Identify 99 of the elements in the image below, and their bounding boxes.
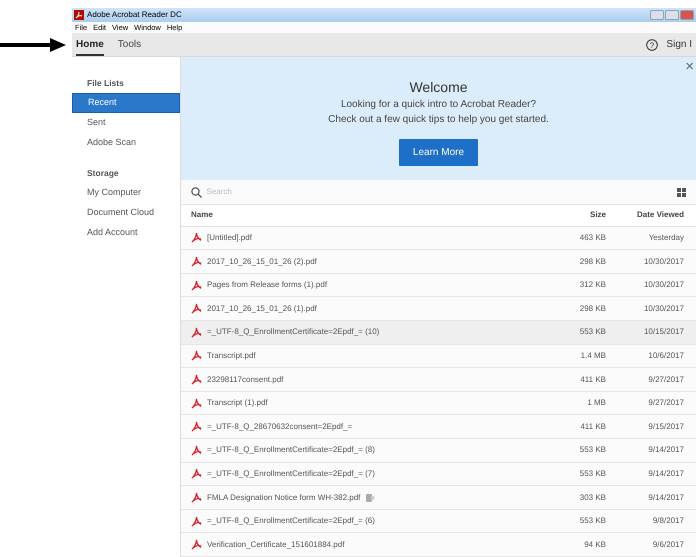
file-size: 553 KB [580,445,606,454]
file-row[interactable]: Transcript.pdf 1.4 MB 10/6/2017 [181,344,696,368]
date-viewed: 9/14/2017 [648,492,684,502]
sidebar-item[interactable]: Document Cloud [72,203,180,223]
file-row[interactable]: 2017_10_26_15_01_26 (2).pdf 298 KB 10/30/2017 [181,250,696,274]
file-row[interactable]: Pages from Release forms (1).pdf 312 KB 10/30/2017 [181,274,696,298]
app-logo-icon [74,10,84,20]
file-name: =_UTF-8_Q_EnrollmentCertificate=2Epdf_= (10) [207,326,380,338]
date-viewed: 9/27/2017 [648,398,684,408]
pdf-icon [191,374,202,386]
search-bar[interactable]: Search [181,180,696,205]
file-name: =_UTF-8_Q_EnrollmentCertificate=2Epdf_= (6) [207,515,375,528]
date-viewed: 9/14/2017 [648,468,684,478]
grid-view-icon[interactable] [677,188,686,197]
date-viewed: 10/30/2017 [644,280,684,290]
close-button[interactable] [680,10,694,20]
window-title: Adobe Acrobat Reader DC [87,9,182,21]
file-name: Pages from Release forms (1).pdf [207,279,328,292]
file-name: 23298117consent.pdf [207,374,284,386]
file-row[interactable]: =_UTF-8_Q_EnrollmentCertificate=2Epdf_= (6) 553 KB 9/8/2017 [181,510,696,534]
file-size: 94 KB [584,540,606,549]
sign-in-link[interactable]: Sign I [666,37,692,52]
pdf-icon [191,303,202,314]
file-size: 1.4 MB [580,350,606,360]
file-name: =_UTF-8_Q_28670632consent=2Epdf_= [207,420,352,433]
file-size: 298 KB [580,256,606,266]
file-row[interactable]: =_UTF-8_Q_EnrollmentCertificate=2Epdf_= (8) 553 KB 9/14/2017 [181,439,696,463]
file-name: 2017_10_26_15_01_26 (2).pdf [207,256,317,268]
date-viewed: 9/14/2017 [648,445,684,454]
pdf-icon [191,350,202,362]
pdf-icon [191,516,202,527]
date-viewed: 10/30/2017 [644,256,684,266]
pdf-icon [191,468,202,480]
file-name: FMLA Designation Notice form WH-382.pdf [207,492,360,504]
file-size: 1 MB [587,398,606,408]
date-viewed: 9/27/2017 [648,374,684,384]
file-name: Transcript (1).pdf [207,397,268,410]
date-viewed: 10/6/2017 [648,350,684,360]
file-row[interactable]: =_UTF-8_Q_28670632consent=2Epdf_= 411 KB 9/15/2017 [181,415,696,440]
date-viewed: 9/15/2017 [648,422,684,431]
file-size: 303 KB [580,492,606,502]
sidebar-heading: Storage [86,166,120,180]
welcome-title: Welcome [408,78,469,97]
file-row[interactable]: 2017_10_26_15_01_26 (1).pdf 298 KB 10/30/2017 [181,297,696,322]
minimize-button[interactable] [650,10,664,20]
pdf-icon [191,326,202,338]
welcome-text: Looking for a quick intro to Acrobat Reader? [340,99,536,110]
close-button[interactable]: × [685,59,694,74]
file-size: 411 KB [580,374,606,384]
file-name: =_UTF-8_Q_EnrollmentCertificate=2Epdf_= (7) [207,468,375,480]
file-row[interactable]: [Untitled].pdf 463 KB Yesterday [181,226,696,250]
sidebar-item[interactable]: Adobe Scan [72,133,180,153]
pdf-icon [191,398,202,409]
pdf-icon [191,539,202,550]
search-icon [191,186,202,198]
help-icon[interactable]: ? [646,38,658,50]
pdf-icon [191,232,202,244]
sidebar-item[interactable]: Recent [72,93,180,113]
file-row[interactable]: =_UTF-8_Q_EnrollmentCertificate=2Epdf_= (7) 553 KB 9/14/2017 [181,462,696,486]
file-name: =_UTF-8_Q_EnrollmentCertificate=2Epdf_= (8) [207,444,375,456]
search-field[interactable]: Search [206,186,671,198]
learn-more-button[interactable]: Learn More [398,139,478,166]
date-viewed: Yesterday [648,232,684,242]
column-header[interactable]: Name [191,209,213,222]
date-viewed: 10/30/2017 [644,304,684,313]
tab[interactable]: Tools [118,33,142,56]
file-name: Verification_Certificate_151601884.pdf [207,538,344,551]
file-row[interactable]: 23298117consent.pdf 411 KB 9/27/2017 [181,368,696,392]
pdf-icon [191,492,202,503]
date-viewed: 10/15/2017 [644,327,684,336]
file-row[interactable]: Verification_Certificate_151601884.pdf 94 KB 9/6/2017 [181,533,696,557]
sidebar-item[interactable]: My Computer [72,183,180,203]
sidebar-item[interactable]: Sent [72,113,180,133]
file-name: 2017_10_26_15_01_26 (1).pdf [207,302,317,315]
file-row[interactable]: FMLA Designation Notice form WH-382.pdf 303 KB 9/14/2017 [181,486,696,510]
annotation-arrow [0,38,66,52]
file-size: 553 KB [580,516,606,526]
file-size: 553 KB [580,327,606,336]
column-header[interactable]: Size [590,210,606,220]
column-header[interactable]: Date Viewed [637,210,684,220]
pdf-icon [191,444,202,456]
date-viewed: 9/8/2017 [652,516,684,526]
maximize-button[interactable] [665,10,679,20]
pdf-icon [191,421,202,432]
file-size: 298 KB [580,304,606,313]
sidebar-item[interactable]: Add Account [72,223,180,243]
date-viewed: 9/6/2017 [652,540,684,549]
file-row[interactable]: =_UTF-8_Q_EnrollmentCertificate=2Epdf_= (10) 553 KB 10/15/2017 [181,321,696,345]
file-size: 553 KB [580,468,606,478]
file-name: Transcript.pdf [207,350,256,362]
file-name: [Untitled].pdf [207,232,252,244]
file-row[interactable]: Transcript (1).pdf 1 MB 9/27/2017 [181,392,696,416]
file-size: 463 KB [580,232,606,242]
file-size: 411 KB [580,422,606,431]
file-size: 312 KB [580,280,606,290]
pdf-icon [191,256,202,268]
pdf-icon [191,280,202,291]
welcome-text: Check out a few quick tips to help you get started. [328,114,549,124]
sidebar-heading: File Lists [86,76,125,90]
